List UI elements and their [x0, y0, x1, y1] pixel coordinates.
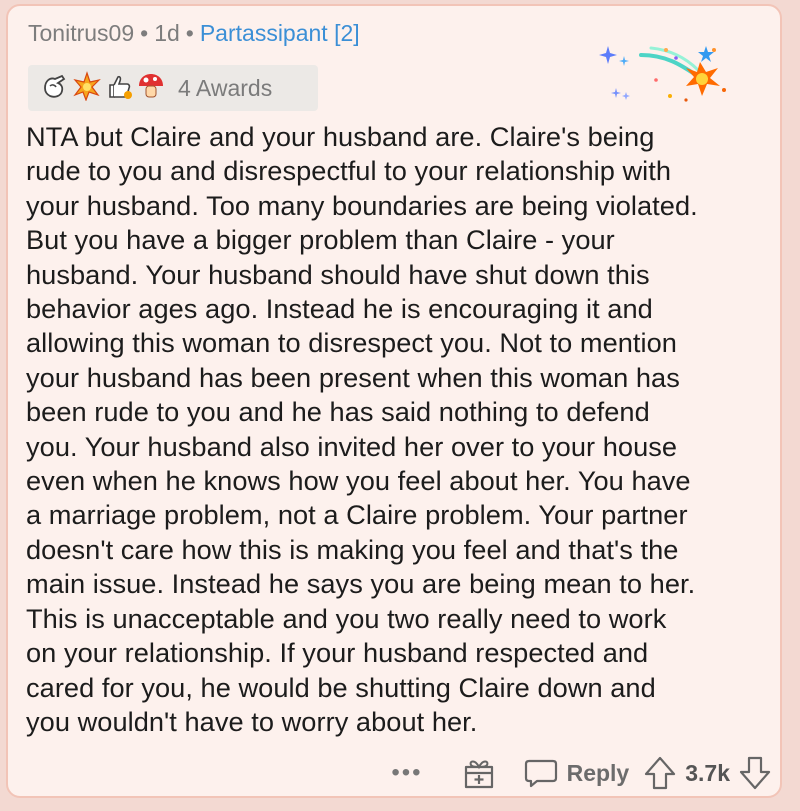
comment-body-line: been rude to you and he has said nothing… — [26, 396, 650, 428]
downvote-button[interactable] — [738, 755, 772, 791]
comment-body-line: a marriage problem, not a Claire problem… — [26, 499, 688, 531]
star-burst-award-icon — [72, 70, 102, 106]
comment-body-line: allowing this woman to disrespect you. N… — [26, 327, 677, 359]
comment-body-line: behavior ages ago. Instead he is encoura… — [26, 293, 653, 325]
comment-actions: ••• Reply 3.7k — [391, 753, 772, 793]
comment-card: Tonitrus09 • 1d • Partassipant [2] 4 Awa… — [6, 4, 782, 798]
awards-count: 4 Awards — [178, 74, 273, 101]
comment-body-line: main issue. Instead he says you are bein… — [26, 568, 696, 600]
comment-age: 1d — [154, 20, 180, 46]
comment-body-line: cared for you, he would be shutting Clai… — [26, 671, 656, 703]
comment-body-line: you wouldn't have to worry about her. — [26, 705, 478, 737]
upvote-button[interactable] — [643, 755, 677, 791]
vote-score: 3.7k — [685, 759, 730, 786]
separator-dot: • — [185, 20, 194, 46]
comment-header: Tonitrus09 • 1d • Partassipant [2] — [28, 20, 360, 47]
comment-body-line: rude to you and disrespectful to your re… — [26, 155, 672, 187]
gift-icon — [464, 760, 493, 789]
give-award-button[interactable] — [461, 755, 497, 791]
comment-body-line: on your relationship. If your husband re… — [26, 637, 649, 669]
user-flair: Partassipant [2] — [199, 20, 360, 46]
more-options-button[interactable]: ••• — [391, 759, 422, 787]
comment-body-line: But you have a bigger problem than Clair… — [26, 224, 615, 256]
reply-button[interactable]: Reply — [523, 755, 630, 791]
upvote-arrow-icon — [645, 756, 676, 790]
hand-gesture-award-icon — [40, 71, 70, 106]
comment-body-line: your husband has been present when this … — [26, 361, 680, 393]
mushroom-award-icon — [136, 71, 166, 106]
comment-body: NTA but Claire and your husband are. Cla… — [26, 120, 778, 739]
separator-dot: • — [140, 20, 149, 46]
comment-body-line: doesn't care how this is making you feel… — [26, 533, 679, 565]
awards-bar[interactable]: 4 Awards — [28, 65, 318, 111]
comment-body-line: This is unacceptable and you two really … — [26, 602, 667, 634]
speech-bubble-icon — [524, 759, 557, 788]
comment-body-line: your husband. Too many boundaries are be… — [26, 189, 698, 221]
comment-body-line: husband. Your husband should have shut d… — [26, 258, 650, 290]
comment-body-line: even when he knows how you feel about he… — [26, 465, 691, 497]
author-name[interactable]: Tonitrus09 — [28, 20, 134, 46]
sparkle-award-icon — [596, 40, 736, 115]
downvote-arrow-icon — [739, 756, 771, 790]
thumbs-up-award-icon — [104, 71, 134, 106]
comment-body-line: you. Your husband also invited her over … — [26, 430, 678, 462]
reply-label: Reply — [566, 759, 630, 786]
comment-body-line: NTA but Claire and your husband are. Cla… — [26, 121, 655, 152]
